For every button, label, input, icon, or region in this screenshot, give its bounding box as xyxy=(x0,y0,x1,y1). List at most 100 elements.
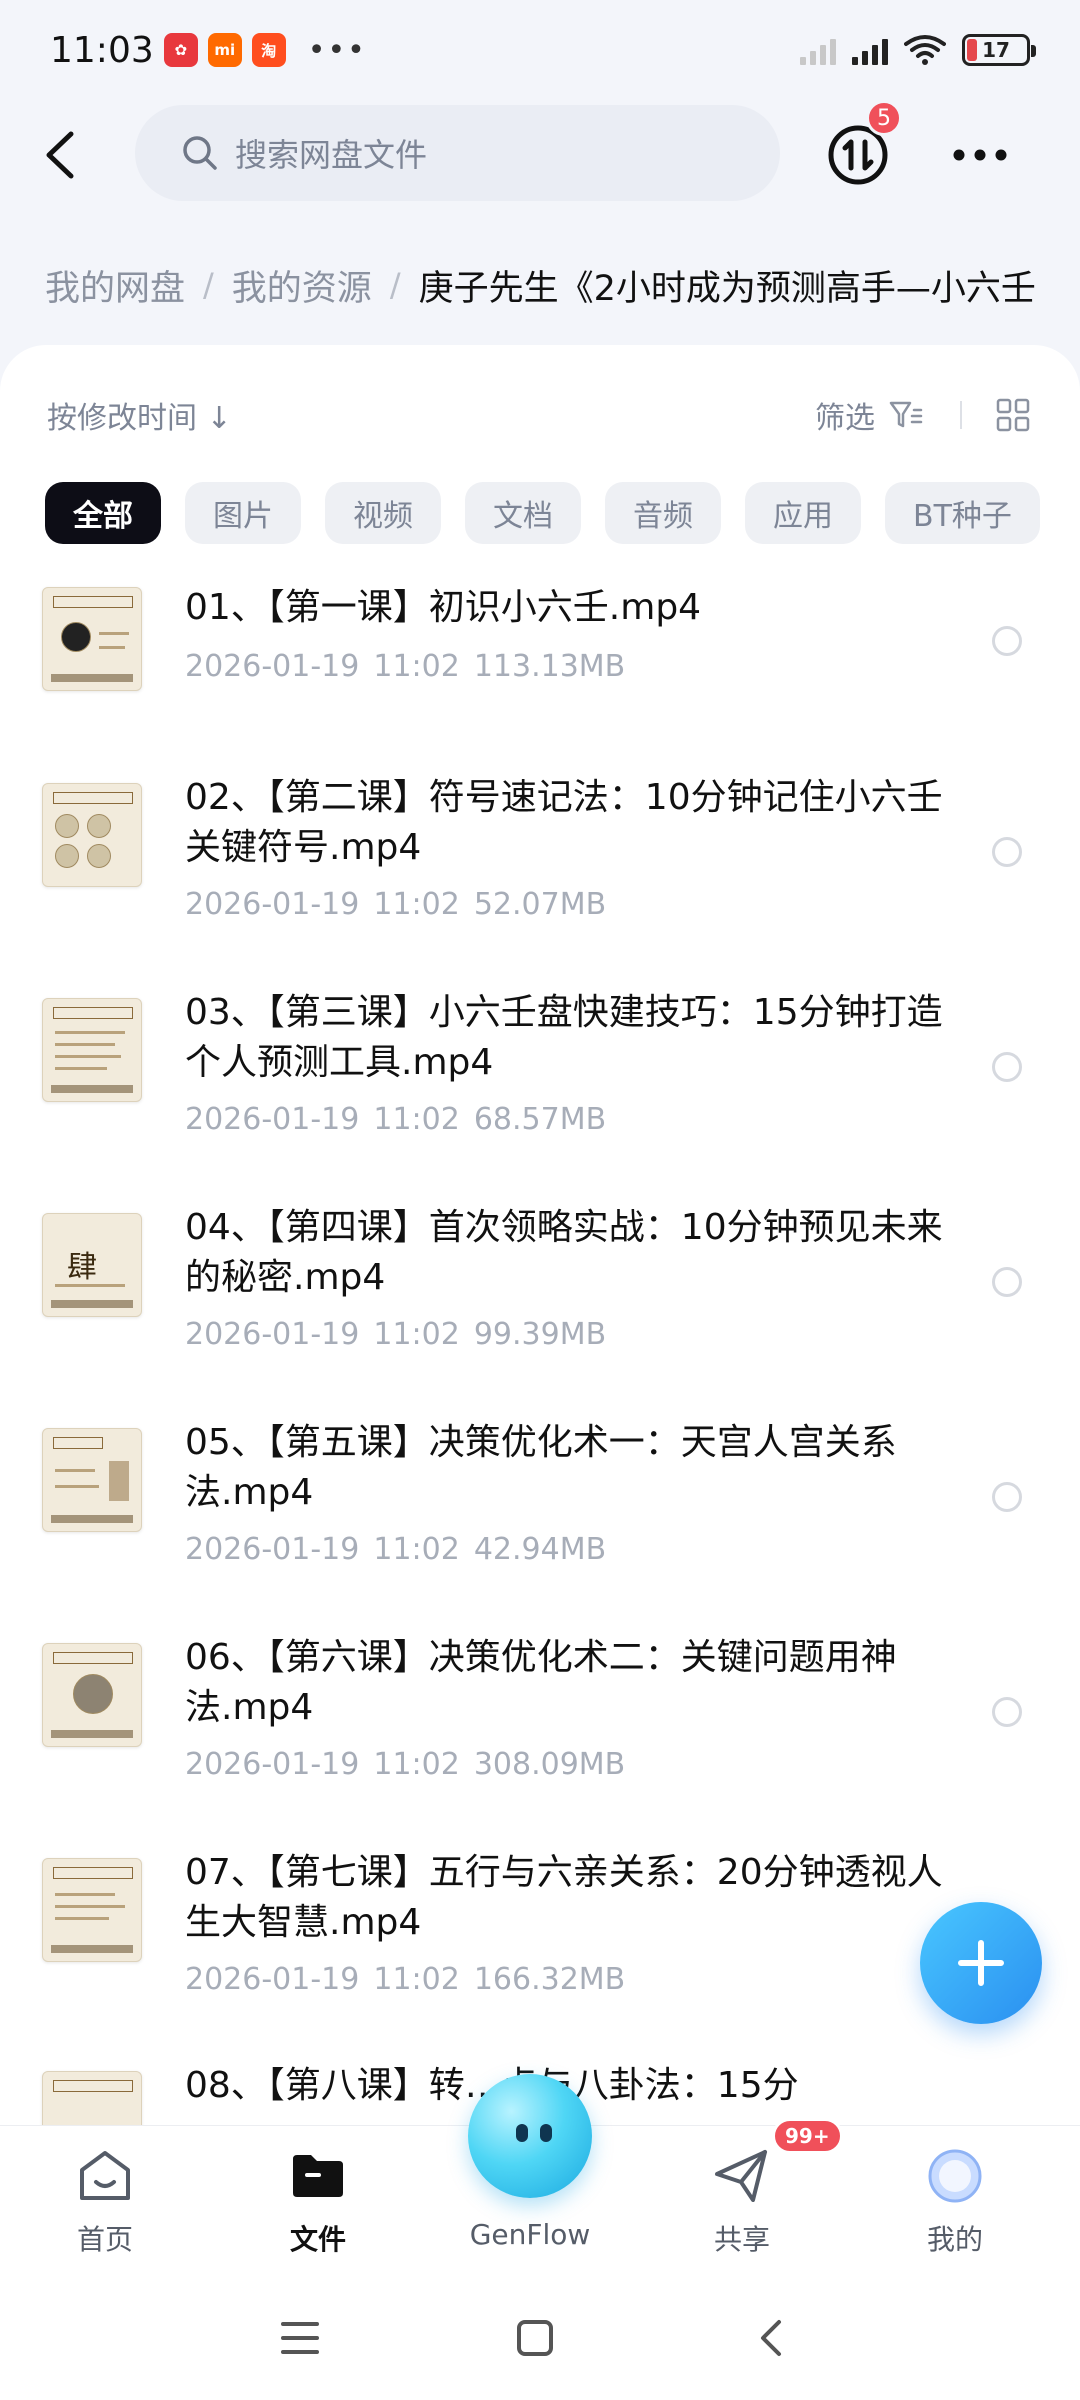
nav-item-home[interactable]: 首页 xyxy=(25,2146,185,2266)
nav-item-share[interactable]: 共享 xyxy=(662,2146,822,2266)
bottom-nav: 首页 文件 GenFlow 共享 99+ 我的 xyxy=(0,2074,1080,2275)
thumb-footer xyxy=(51,1300,133,1308)
thumb-circle xyxy=(55,844,79,868)
nav-item-profile[interactable]: 我的 xyxy=(875,2146,1035,2266)
select-checkbox[interactable] xyxy=(992,1267,1022,1297)
thumb-title-band xyxy=(53,1007,133,1019)
chip-apps[interactable]: 应用 xyxy=(745,482,861,544)
back-system-button[interactable] xyxy=(745,2315,795,2361)
filter-button[interactable]: 筛选 xyxy=(815,393,875,437)
select-checkbox[interactable] xyxy=(992,1482,1022,1512)
menu-icon xyxy=(281,2322,319,2354)
chevron-left-icon xyxy=(761,2320,781,2356)
nav-item-files[interactable]: 文件 xyxy=(238,2146,398,2266)
file-name: 02、【第二课】符号速记法：10分钟记住小六壬关键符号.mp4 xyxy=(185,777,943,868)
back-button[interactable] xyxy=(30,122,90,188)
thumb-line xyxy=(55,1031,125,1034)
recent-apps-button[interactable] xyxy=(275,2315,325,2361)
breadcrumb: 我的网盘 / 我的资源 / 庚子先生《2小时成为预测高手—小六壬 xyxy=(45,255,1080,315)
select-checkbox[interactable] xyxy=(992,626,1022,656)
thumb-line xyxy=(109,1461,129,1501)
file-date: 2026-01-19 xyxy=(185,1962,360,1997)
file-name: 07、【第七课】五行与六亲关系：20分钟透视人生大智慧.mp4 xyxy=(185,1852,943,1943)
thumb-line xyxy=(55,1917,109,1920)
nav-label: 共享 xyxy=(713,2223,770,2256)
chip-documents[interactable]: 文档 xyxy=(465,482,581,544)
square-icon xyxy=(517,2320,553,2356)
thumb-glyph: 肆 xyxy=(67,1250,97,1285)
battery-level: 17 xyxy=(982,38,1010,62)
thumb-circle xyxy=(87,844,111,868)
home-system-button[interactable] xyxy=(510,2315,560,2361)
file-meta: 2026-01-19 11:02 42.94MB xyxy=(185,1532,620,1567)
thumb-footer xyxy=(51,1945,133,1953)
video-thumbnail: 肆 xyxy=(42,1213,142,1317)
chip-audio[interactable]: 音频 xyxy=(605,482,721,544)
file-date: 2026-01-19 xyxy=(185,649,360,684)
file-time: 11:02 xyxy=(373,1102,460,1137)
home-icon xyxy=(75,2146,135,2206)
file-row[interactable]: 03、【第三课】小六壬盘快建技巧：15分钟打造个人预测工具.mp4 2026-0… xyxy=(0,980,1080,1196)
file-row[interactable]: 05、【第五课】决策优化术一：天宫人宫关系法.mp4 2026-01-19 11:… xyxy=(0,1410,1080,1626)
file-row[interactable]: 01、【第一课】初识小六壬.mp4 2026-01-19 11:02 113.13M… xyxy=(0,575,1080,791)
toolbar: 按修改时间 ↓ 筛选 xyxy=(0,375,1080,455)
video-thumbnail xyxy=(42,1643,142,1747)
file-size: 42.94MB xyxy=(473,1532,607,1567)
file-size: 68.57MB xyxy=(473,1102,607,1137)
top-bar: 搜索网盘文件 5 xyxy=(0,100,1080,210)
breadcrumb-separator: / xyxy=(389,266,401,304)
taobao-red-icon: ✿ xyxy=(163,33,198,67)
genflow-icon xyxy=(468,2074,592,2198)
chip-images[interactable]: 图片 xyxy=(185,482,301,544)
thumb-title-band xyxy=(53,1867,133,1879)
chip-all[interactable]: 全部 xyxy=(45,482,161,544)
select-checkbox[interactable] xyxy=(992,1052,1022,1082)
sort-button[interactable]: 按修改时间 ↓ xyxy=(47,393,232,437)
thumb-line xyxy=(99,632,129,635)
select-checkbox[interactable] xyxy=(992,837,1022,867)
video-thumbnail xyxy=(42,783,142,887)
thumb-taiji xyxy=(61,622,91,652)
select-checkbox[interactable] xyxy=(992,1697,1022,1727)
thumb-line xyxy=(55,1284,125,1287)
file-time: 11:02 xyxy=(373,1962,460,1997)
thumb-footer xyxy=(51,1730,133,1738)
breadcrumb-item-my-drive[interactable]: 我的网盘 xyxy=(45,260,185,311)
nav-label: 首页 xyxy=(76,2223,133,2256)
nav-label: 我的 xyxy=(926,2223,983,2256)
grid-view-icon[interactable] xyxy=(995,397,1031,433)
thumb-portrait xyxy=(73,1674,113,1714)
chip-bt-torrents[interactable]: BT种子 xyxy=(885,482,1040,544)
chip-videos[interactable]: 视频 xyxy=(325,482,441,544)
file-row[interactable]: 肆 04、【第四课】首次领略实战：10分钟预见未来的秘密.mp4 2026-01… xyxy=(0,1195,1080,1411)
thumb-title-band xyxy=(53,596,133,608)
file-size: 308.09MB xyxy=(473,1747,626,1782)
file-row[interactable]: 02、【第二课】符号速记法：10分钟记住小六壬关键符号.mp4 2026-01-… xyxy=(0,765,1080,981)
filter-icon[interactable] xyxy=(888,397,924,433)
file-row[interactable]: 06、【第六课】决策优化术二：关键问题用神法.mp4 2026-01-19 11:… xyxy=(0,1625,1080,1841)
thumb-title-band xyxy=(53,1652,133,1664)
more-notifications-indicator: ••• xyxy=(307,32,367,68)
thumb-title-band xyxy=(53,2080,133,2092)
file-time: 11:02 xyxy=(373,887,460,922)
more-button[interactable] xyxy=(945,130,1015,180)
file-meta: 2026-01-19 11:02 68.57MB xyxy=(185,1102,620,1137)
file-size: 99.39MB xyxy=(473,1317,607,1352)
nav-item-genflow[interactable]: GenFlow xyxy=(450,2074,610,2266)
add-button[interactable] xyxy=(920,1902,1042,2024)
file-row[interactable]: 07、【第七课】五行与六亲关系：20分钟透视人生大智慧.mp4 2026-01-… xyxy=(0,1840,1080,2056)
genflow-eye xyxy=(516,2124,528,2142)
back-arrow-icon xyxy=(46,131,74,179)
search-input[interactable]: 搜索网盘文件 xyxy=(135,105,780,201)
file-date: 2026-01-19 xyxy=(185,1317,360,1352)
signal-icon-sim2 xyxy=(852,35,888,65)
profile-icon xyxy=(925,2146,985,2206)
file-time: 11:02 xyxy=(373,649,460,684)
file-meta: 2026-01-19 11:02 166.32MB xyxy=(185,1962,639,1997)
search-placeholder: 搜索网盘文件 xyxy=(235,136,428,174)
breadcrumb-item-my-resources[interactable]: 我的资源 xyxy=(232,260,372,311)
file-meta: 2026-01-19 11:02 113.13MB xyxy=(185,649,639,684)
file-list: 01、【第一课】初识小六壬.mp4 2026-01-19 11:02 113.13M… xyxy=(0,575,1080,2125)
file-name: 03、【第三课】小六壬盘快建技巧：15分钟打造个人预测工具.mp4 xyxy=(185,992,943,1083)
thumb-line xyxy=(55,1893,115,1896)
